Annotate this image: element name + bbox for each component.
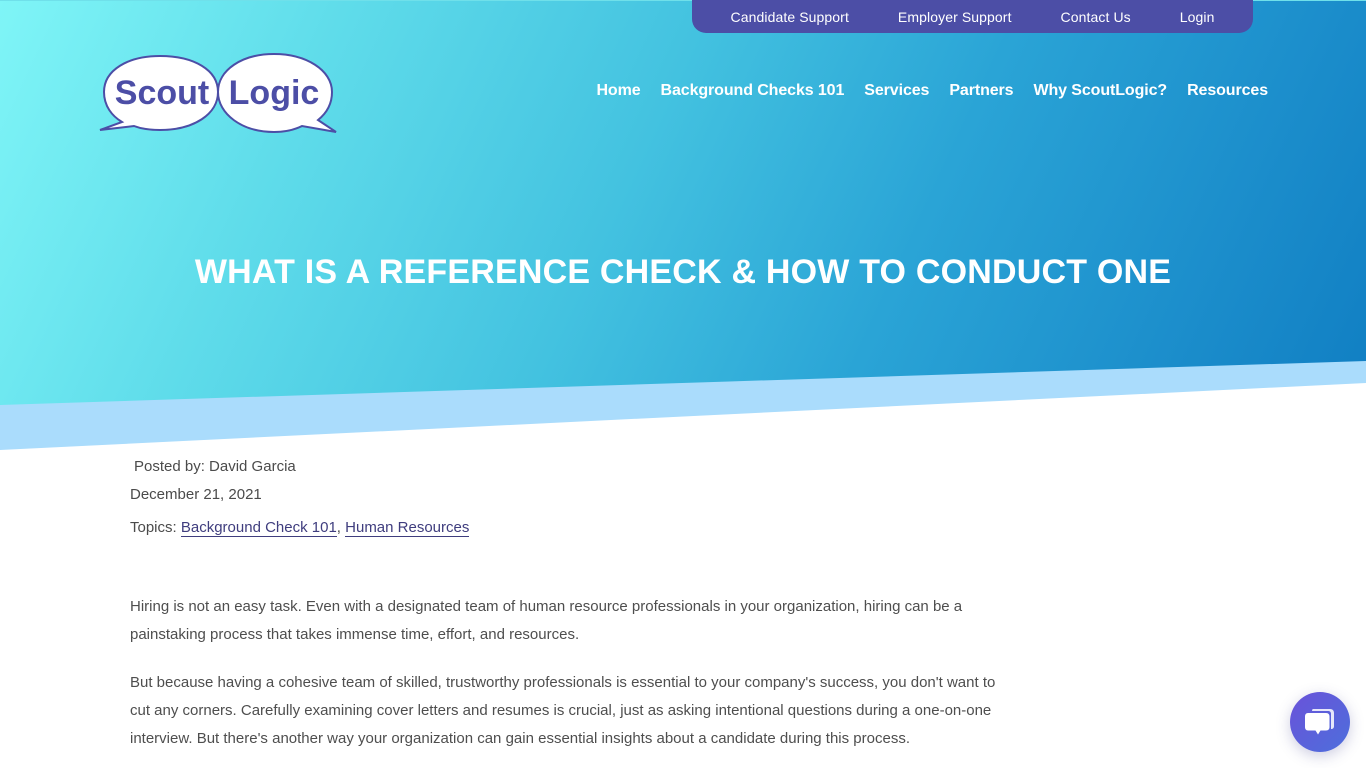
chat-bubbles-icon: [1305, 709, 1334, 735]
logo-speech-bubbles-icon: Scout Logic: [99, 52, 337, 134]
post-date: December 21, 2021: [130, 486, 262, 503]
article-body: Hiring is not an easy task. Even with a …: [130, 593, 1000, 768]
topics-label: Topics:: [130, 519, 177, 536]
article-paragraph: Hiring is not an easy task. Even with a …: [130, 598, 963, 643]
nav-resources[interactable]: Resources: [1187, 82, 1268, 100]
nav-background-checks-101[interactable]: Background Checks 101: [661, 82, 845, 100]
utility-nav: Candidate Support Employer Support Conta…: [692, 0, 1253, 33]
nav-home[interactable]: Home: [596, 82, 640, 100]
nav-partners[interactable]: Partners: [949, 82, 1013, 100]
topic-link-background-check-101[interactable]: Background Check 101: [180, 519, 337, 537]
post-topics: Topics: Background Check 101, Human Reso…: [130, 517, 470, 539]
chat-widget-button[interactable]: [1290, 692, 1350, 752]
utility-link-candidate-support[interactable]: Candidate Support: [730, 9, 848, 25]
utility-link-contact-us[interactable]: Contact Us: [1061, 9, 1131, 25]
page-title: What Is a Reference Check & How to Condu…: [194, 253, 1172, 291]
topic-link-human-resources[interactable]: Human Resources: [345, 519, 470, 537]
post-meta: Posted by: David Garcia December 21, 202…: [130, 456, 470, 539]
utility-link-employer-support[interactable]: Employer Support: [898, 9, 1012, 25]
utility-link-login[interactable]: Login: [1180, 9, 1215, 25]
article-paragraph: But because having a cohesive team of sk…: [130, 674, 996, 747]
main-nav: Home Background Checks 101 Services Part…: [596, 82, 1268, 100]
logo-word-logic: Logic: [229, 74, 320, 112]
logo-word-scout: Scout: [115, 74, 209, 112]
nav-why-scoutlogic[interactable]: Why ScoutLogic?: [1033, 82, 1167, 100]
topics-separator: ,: [336, 519, 341, 536]
scoutlogic-logo[interactable]: Scout Logic: [98, 52, 338, 136]
posted-by: Posted by: David Garcia: [134, 458, 296, 475]
nav-services[interactable]: Services: [864, 82, 929, 100]
